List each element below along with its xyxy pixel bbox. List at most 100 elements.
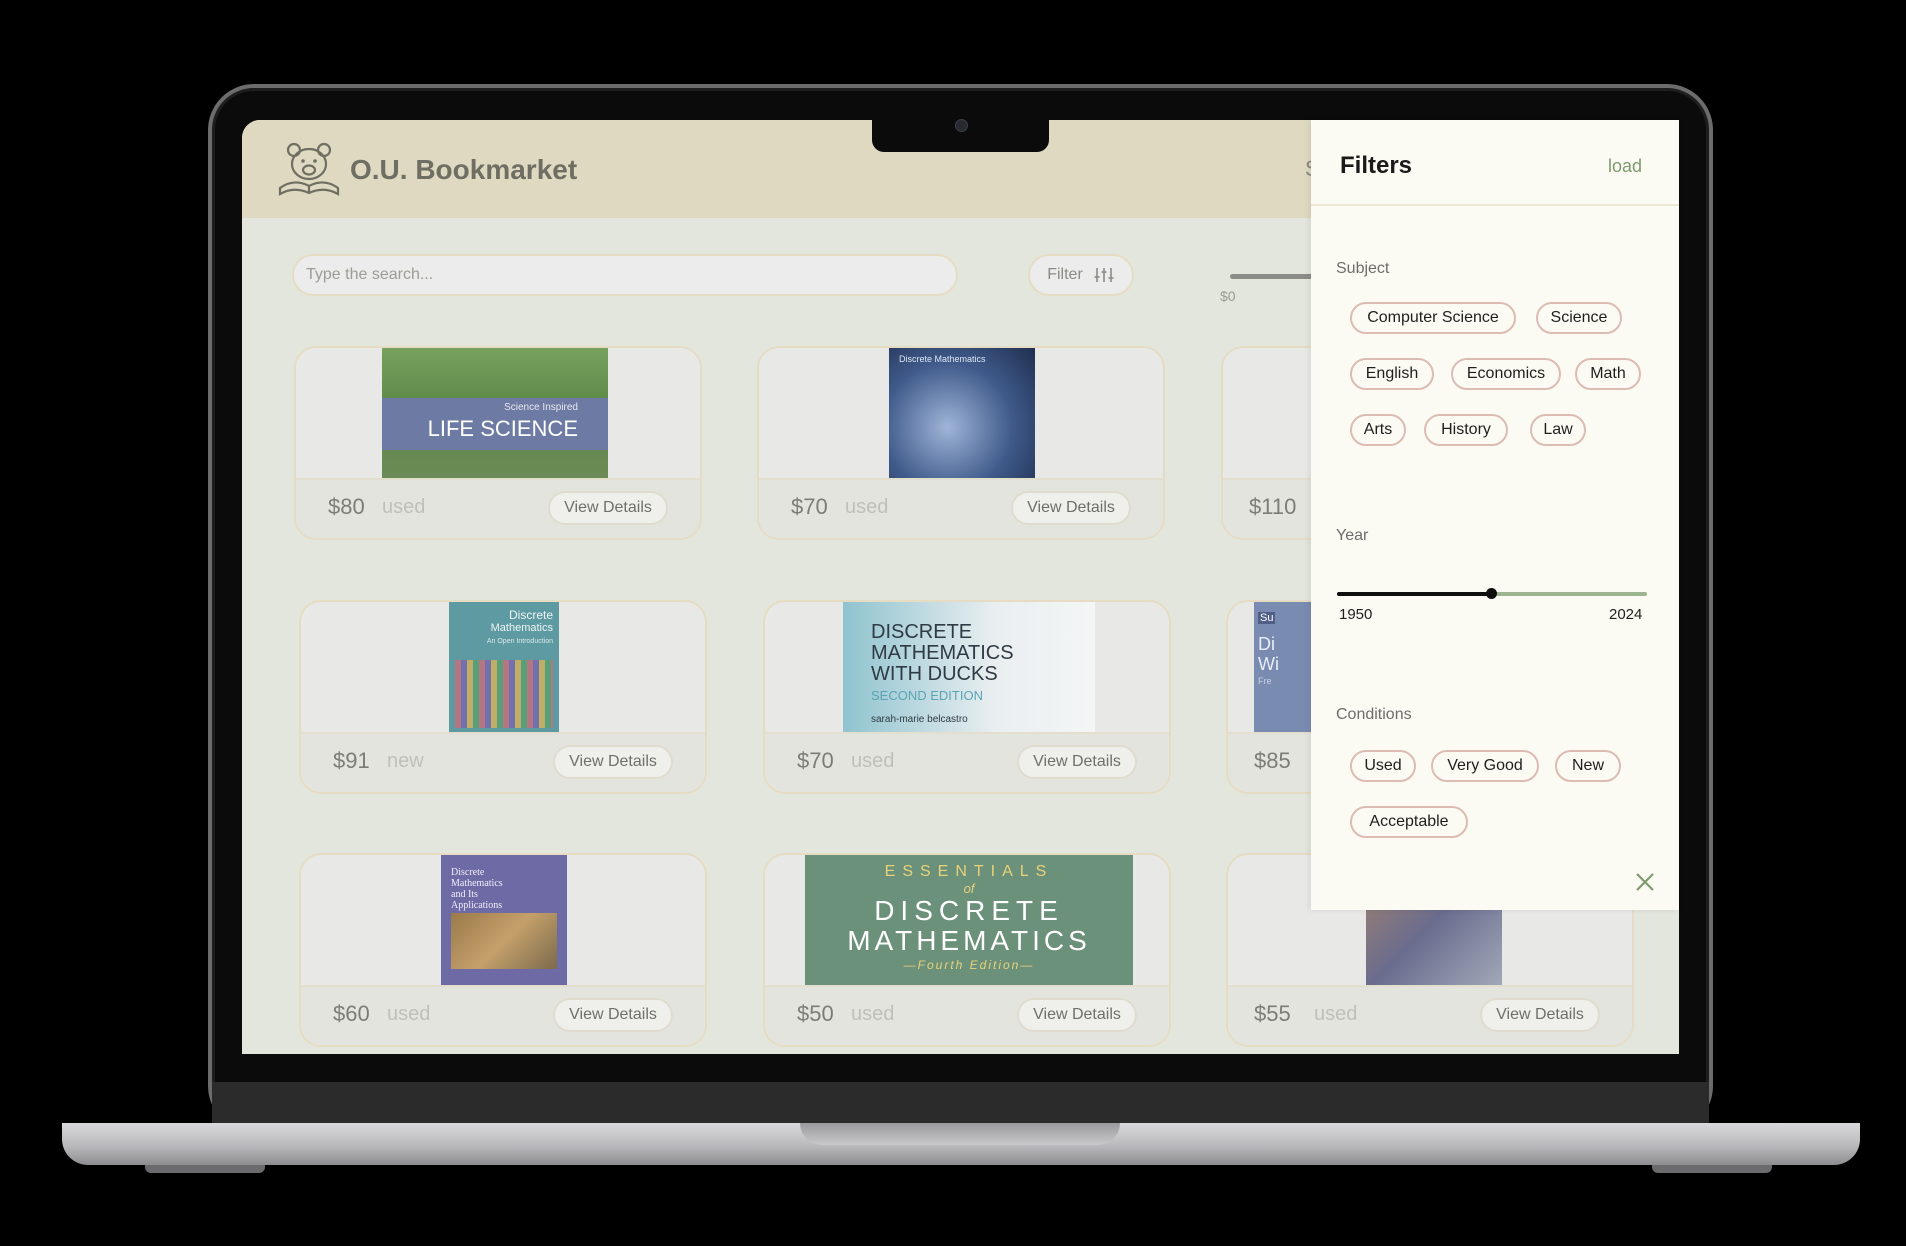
price-min-label: $0 <box>1220 288 1236 304</box>
cover-text: Science Inspired <box>504 402 578 413</box>
cover-author: sarah-marie belcastro <box>871 714 968 725</box>
listing-price: $85 <box>1254 748 1291 773</box>
filters-title: Filters <box>1340 152 1413 179</box>
condition-chip[interactable]: Used <box>1350 750 1416 782</box>
listing-price: $91 <box>333 748 370 773</box>
sliders-icon <box>1094 268 1114 282</box>
load-button[interactable]: load <box>1608 156 1642 177</box>
book-cover-image: Discrete Mathematics An Open Introductio… <box>449 602 559 734</box>
view-details-button[interactable]: View Details <box>1480 998 1600 1032</box>
cover-title: LIFE SCIENCE <box>427 416 578 441</box>
listing-condition: used <box>851 750 895 772</box>
card-footer: $55 used View Details <box>1228 985 1632 1045</box>
cover-title: Mathematics <box>490 622 553 634</box>
cover-title: ESSENTIALS <box>884 863 1054 880</box>
search-input[interactable]: Type the search... <box>292 254 958 296</box>
year-slider-thumb[interactable] <box>1486 588 1497 599</box>
listing-card[interactable]: Discrete Mathematics $70 used View Detai… <box>757 346 1165 540</box>
listing-price: $70 <box>791 494 828 519</box>
year-label: Year <box>1336 527 1369 544</box>
card-footer: $70 used View Details <box>765 732 1169 792</box>
cover-title: Discrete <box>451 867 485 878</box>
listing-price: $60 <box>333 1001 370 1026</box>
year-slider-fill <box>1337 592 1491 596</box>
cover-title: WITH DUCKS <box>871 663 998 685</box>
subject-chip[interactable]: Math <box>1575 358 1641 390</box>
year-max-label: 2024 <box>1609 606 1643 623</box>
listing-card[interactable]: Science Inspired LIFE SCIENCE $80 used V… <box>294 346 702 540</box>
year-min-label: 1950 <box>1339 606 1373 623</box>
laptop-bezel-bottom <box>212 1082 1709 1126</box>
book-cover-image: Su Di Wi Fre <box>1254 602 1318 734</box>
listing-price: $70 <box>797 748 834 773</box>
listing-card[interactable]: ESSENTIALS of DISCRETE MATHEMATICS —Four… <box>763 853 1171 1047</box>
listing-condition: used <box>387 1003 431 1025</box>
cover-text: Su <box>1258 612 1276 624</box>
cover-text: An Open Introduction <box>486 638 553 645</box>
laptop-foot-left <box>145 1165 265 1173</box>
cover-text: —Fourth Edition— <box>903 958 1035 972</box>
view-details-button[interactable]: View Details <box>553 745 673 779</box>
cover-title: and Its <box>451 889 478 900</box>
cover-title: MATHEMATICS <box>847 925 1091 956</box>
cover-title: MATHEMATICS <box>871 642 1014 664</box>
book-cover-image: DISCRETE MATHEMATICS WITH DUCKS SECOND E… <box>843 602 1095 734</box>
cover-title: Discrete Mathematics <box>899 354 986 364</box>
listing-condition: new <box>387 750 424 772</box>
cover-title: Di <box>1258 634 1275 654</box>
cover-title: Mathematics <box>451 878 503 889</box>
view-details-button[interactable]: View Details <box>553 998 673 1032</box>
condition-chip[interactable]: Acceptable <box>1350 806 1468 838</box>
subject-chip[interactable]: Economics <box>1451 358 1561 390</box>
view-details-button[interactable]: View Details <box>1011 491 1131 525</box>
filter-button-label: Filter <box>1047 266 1083 283</box>
condition-chip[interactable]: Very Good <box>1431 750 1539 782</box>
card-footer: $50 used View Details <box>765 985 1169 1045</box>
laptop-base-notch <box>800 1123 1120 1145</box>
listing-card[interactable]: DISCRETE MATHEMATICS WITH DUCKS SECOND E… <box>763 600 1171 794</box>
book-cover-image: Discrete Mathematics and Its Application… <box>441 855 567 987</box>
subject-chip[interactable]: Computer Science <box>1350 302 1516 334</box>
cover-title: Applications <box>451 900 503 911</box>
close-icon[interactable] <box>1633 870 1657 894</box>
listing-card[interactable]: Discrete Mathematics An Open Introductio… <box>299 600 707 794</box>
app-name[interactable]: O.U. Bookmarket <box>350 154 577 186</box>
condition-chip[interactable]: New <box>1555 750 1621 782</box>
book-cover-image: Science Inspired LIFE SCIENCE <box>382 348 608 480</box>
subject-chip[interactable]: Law <box>1530 414 1586 446</box>
conditions-label: Conditions <box>1336 706 1412 723</box>
cover-title: DISCRETE <box>871 621 973 643</box>
cover-text: Fre <box>1258 676 1272 686</box>
camera-icon <box>955 119 968 132</box>
listing-condition: used <box>382 496 426 518</box>
view-details-button[interactable]: View Details <box>1017 998 1137 1032</box>
filter-button[interactable]: Filter <box>1028 254 1134 296</box>
bear-reading-logo-icon[interactable] <box>276 138 342 198</box>
listing-condition: used <box>851 1003 895 1025</box>
listing-card[interactable]: Discrete Mathematics and Its Application… <box>299 853 707 1047</box>
subject-chip[interactable]: History <box>1424 414 1508 446</box>
subject-chip[interactable]: English <box>1350 358 1434 390</box>
book-cover-image: Discrete Mathematics <box>889 348 1035 480</box>
listing-price: $80 <box>328 494 365 519</box>
card-footer: $80 used View Details <box>296 478 700 538</box>
card-footer: $70 used View Details <box>759 478 1163 538</box>
listing-price: $50 <box>797 1001 834 1026</box>
subject-chip[interactable]: Science <box>1536 302 1622 334</box>
listing-condition: used <box>1314 1003 1358 1025</box>
card-footer: $60 used View Details <box>301 985 705 1045</box>
cover-title: Wi <box>1258 654 1279 674</box>
cover-title: Discrete <box>508 608 553 622</box>
listing-price: $55 <box>1254 1001 1291 1026</box>
subject-chip[interactable]: Arts <box>1350 414 1406 446</box>
view-details-button[interactable]: View Details <box>1017 745 1137 779</box>
listing-condition: used <box>845 496 889 518</box>
cover-text: of <box>963 881 975 896</box>
book-cover-image: ESSENTIALS of DISCRETE MATHEMATICS —Four… <box>805 855 1133 987</box>
laptop-foot-right <box>1652 1165 1772 1173</box>
cover-text: SECOND EDITION <box>871 688 983 703</box>
divider <box>1311 204 1679 206</box>
cover-title: DISCRETE <box>874 895 1064 926</box>
view-details-button[interactable]: View Details <box>548 491 668 525</box>
card-footer: $91 new View Details <box>301 732 705 792</box>
